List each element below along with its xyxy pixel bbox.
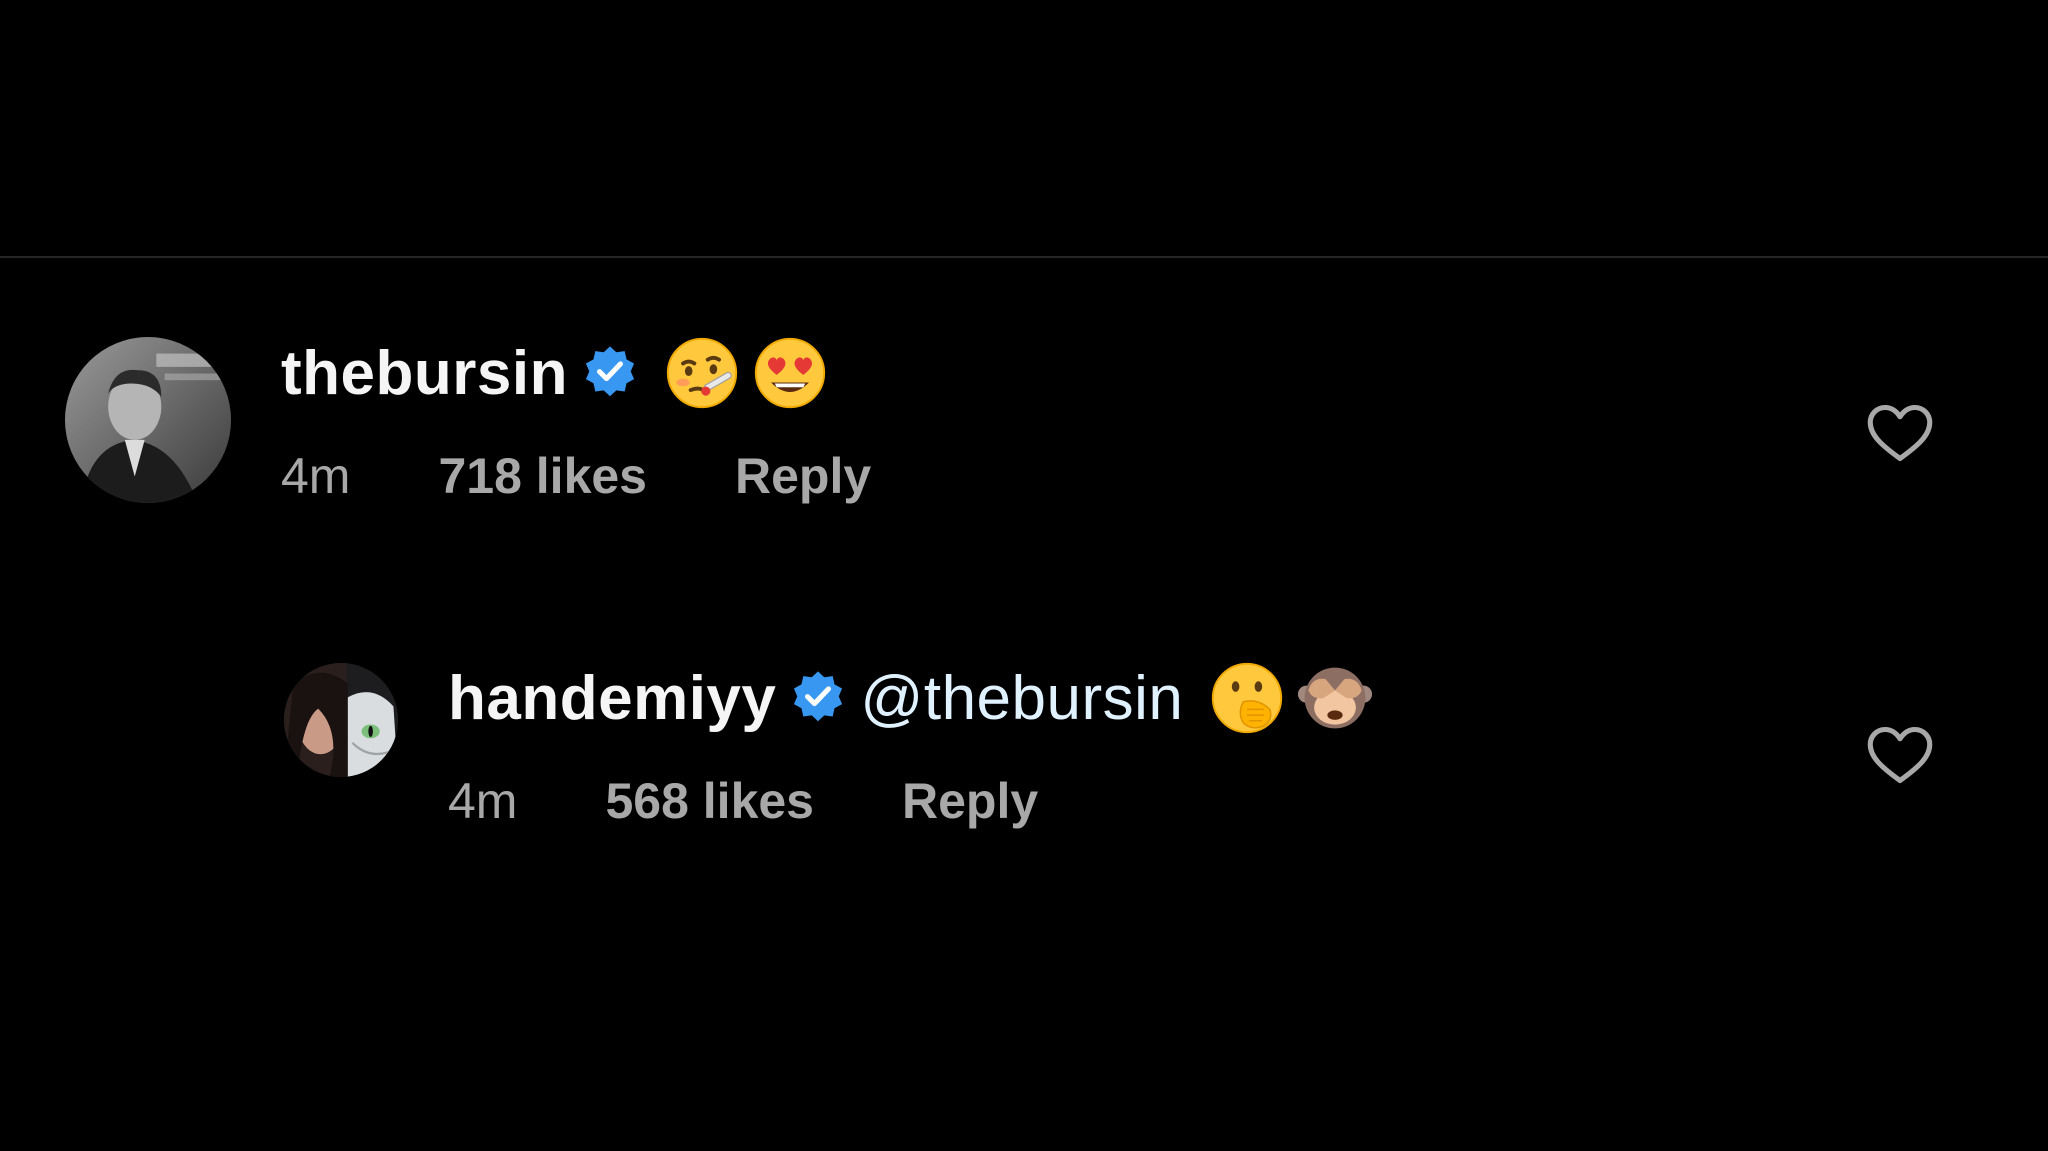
username[interactable]: handemiyy (448, 663, 776, 734)
avatar[interactable] (65, 337, 231, 503)
avatar-photo (284, 663, 398, 777)
likes-count[interactable]: 718 likes (438, 447, 647, 505)
avatar-photo (65, 337, 231, 503)
mention-link[interactable]: @thebursin (860, 663, 1183, 734)
comment-header: thebursin (281, 335, 828, 411)
avatar[interactable] (284, 663, 398, 777)
reply-button[interactable]: Reply (735, 447, 871, 505)
like-heart-icon[interactable] (1866, 725, 1934, 785)
header-divider (0, 256, 2048, 258)
woozy-face-thermometer-icon (664, 335, 740, 411)
username[interactable]: thebursin (281, 338, 568, 409)
likes-count[interactable]: 568 likes (605, 772, 814, 830)
verified-badge-icon (582, 345, 638, 401)
verified-badge-icon (790, 670, 846, 726)
heart-eyes-icon (752, 335, 828, 411)
see-no-evil-monkey-icon (1297, 660, 1373, 736)
comment-header: handemiyy @thebursin (448, 660, 1373, 736)
comment-meta: 4m 718 likes Reply (281, 447, 871, 505)
timestamp: 4m (448, 773, 518, 829)
timestamp: 4m (281, 448, 351, 504)
reply-button[interactable]: Reply (902, 772, 1038, 830)
face-with-hand-over-mouth-icon (1209, 660, 1285, 736)
comment-meta: 4m 568 likes Reply (448, 772, 1038, 830)
like-heart-icon[interactable] (1866, 403, 1934, 463)
